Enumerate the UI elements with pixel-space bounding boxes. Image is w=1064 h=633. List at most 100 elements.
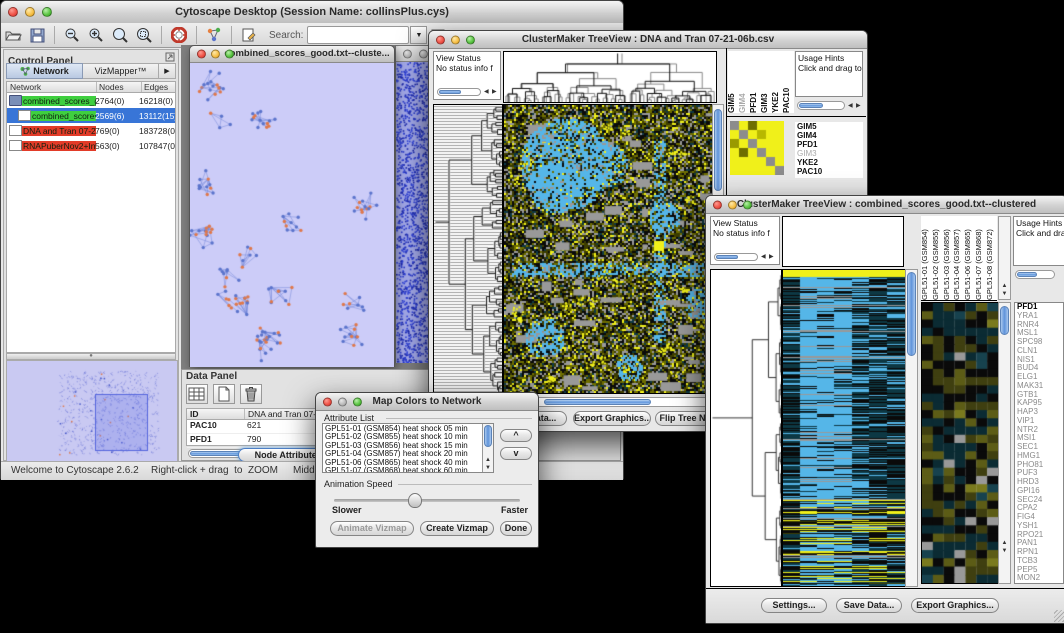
dropdown-arrow-icon[interactable]: ▼ <box>410 26 427 44</box>
scroll-left-icon[interactable]: ◀ <box>484 88 489 96</box>
search-input[interactable] <box>307 26 409 44</box>
column-label[interactable]: YKE2 <box>772 51 783 113</box>
close-button[interactable] <box>403 49 412 58</box>
float-panel-icon[interactable] <box>165 52 175 62</box>
close-button[interactable] <box>323 397 332 406</box>
network-manager-icon[interactable] <box>203 25 225 45</box>
scroll-up-icon[interactable]: ▲ <box>999 282 1010 290</box>
network-row[interactable]: combined_scores_good.txt--clustered2569(… <box>7 108 175 123</box>
minimize-button[interactable] <box>211 50 220 59</box>
global-heatmap-vscrollbar[interactable] <box>905 269 918 587</box>
column-nodes[interactable]: Nodes <box>97 82 142 92</box>
zoom-button[interactable] <box>466 35 475 44</box>
save-icon[interactable] <box>26 25 48 45</box>
open-folder-icon[interactable] <box>2 25 24 45</box>
attribute-listbox[interactable]: GPL51-01 (GSM854) heat shock 05 minGPL51… <box>322 423 494 473</box>
row-dendrogram-canvas[interactable] <box>710 269 782 587</box>
zoom-out-icon[interactable] <box>61 25 83 45</box>
scroll-up-icon[interactable]: ▲ <box>483 456 493 464</box>
column-label[interactable]: GPL51-03 (GSM856) <box>943 216 954 300</box>
scroll-right-icon[interactable]: ▶ <box>492 88 497 96</box>
column-label[interactable]: GPL51-08 (GSM872) <box>986 216 997 300</box>
global-heatmap-canvas[interactable] <box>782 269 906 587</box>
scroll-down-icon[interactable]: ▼ <box>999 547 1010 555</box>
panel-splitter[interactable]: ● <box>6 353 176 360</box>
gene-label[interactable]: MON2 <box>1017 574 1063 583</box>
heatmap-canvas[interactable] <box>503 104 713 394</box>
row-label[interactable]: GIM3 <box>795 149 863 158</box>
usage-hints-hscrollbar[interactable] <box>1015 270 1055 279</box>
zoom-button[interactable] <box>743 200 752 209</box>
row-dendrogram-canvas[interactable] <box>433 104 503 394</box>
minimize-button[interactable] <box>25 7 35 17</box>
animation-speed-slider[interactable] <box>334 499 520 502</box>
vscroll-thumb[interactable] <box>714 109 722 191</box>
minimize-button[interactable] <box>451 35 460 44</box>
animate-vizmap-button[interactable]: Animate Vizmap <box>330 521 414 536</box>
close-button[interactable] <box>713 200 722 209</box>
row-label[interactable]: PFD1 <box>795 140 863 149</box>
column-edges[interactable]: Edges <box>142 82 175 92</box>
delete-attribute-icon[interactable] <box>240 384 262 404</box>
create-vizmap-button[interactable]: Create Vizmap <box>420 521 494 536</box>
column-label[interactable]: PFD1 <box>750 51 761 113</box>
close-button[interactable] <box>197 50 206 59</box>
row-label[interactable]: GIM4 <box>795 131 863 140</box>
view-status-hscrollbar[interactable] <box>714 253 758 261</box>
hscroll-thumb[interactable] <box>439 90 461 94</box>
slider-thumb[interactable] <box>408 493 422 508</box>
move-up-button[interactable]: ^ <box>500 429 532 442</box>
zoom-selected-icon[interactable] <box>133 25 155 45</box>
network-view-canvas[interactable] <box>190 63 394 367</box>
help-icon[interactable] <box>168 25 190 45</box>
gene-list-vscrollbar[interactable]: ▲▼ <box>998 302 1011 584</box>
column-label[interactable]: GIM4 <box>739 51 750 113</box>
column-dendrogram-canvas[interactable] <box>503 51 717 103</box>
network-row[interactable]: RNAPuberNov2+Int563(0)107847(0) <box>7 138 175 153</box>
treeview-button[interactable]: Export Graphics... <box>573 411 651 426</box>
column-network[interactable]: Network <box>7 82 97 92</box>
scroll-right-icon[interactable]: ▶ <box>856 102 861 110</box>
move-down-button[interactable]: v <box>500 447 532 460</box>
scroll-down-icon[interactable]: ▼ <box>999 290 1010 298</box>
row-label[interactable]: PAC10 <box>795 167 863 176</box>
treeview-button[interactable]: Save Data... <box>836 598 902 613</box>
zoom-matrix-canvas[interactable] <box>730 121 784 175</box>
tab-vizmapper[interactable]: VizMapper™ <box>83 63 159 79</box>
view-status-hscrollbar[interactable] <box>437 88 481 96</box>
column-id[interactable]: ID <box>187 409 245 419</box>
vscroll-thumb[interactable] <box>907 272 916 356</box>
zoom-in-icon[interactable] <box>85 25 107 45</box>
row-label[interactable]: YKE2 <box>795 158 863 167</box>
zoom-button[interactable] <box>353 397 362 406</box>
zoom-button[interactable] <box>42 7 52 17</box>
column-label[interactable]: GPL51-02 (GSM855) <box>932 216 943 300</box>
scroll-down-icon[interactable]: ▼ <box>483 464 493 472</box>
row-label[interactable]: GIM5 <box>795 122 863 131</box>
minimize-button[interactable] <box>728 200 737 209</box>
column-label[interactable]: GPL51-04 (GSM857) <box>953 216 964 300</box>
column-label[interactable]: GIM3 <box>761 51 772 113</box>
close-button[interactable] <box>8 7 18 17</box>
vscroll-thumb[interactable] <box>484 425 492 447</box>
treeview-button[interactable]: Settings... <box>761 598 827 613</box>
minimize-button[interactable] <box>419 49 428 58</box>
label-vscrollbar[interactable]: ▲▼ <box>998 216 1011 300</box>
column-label[interactable]: PAC10 <box>783 51 794 113</box>
network-row[interactable]: combined_scores_good.txt2764(0)16218(0) <box>7 93 175 108</box>
network-overview-canvas[interactable] <box>6 360 178 462</box>
vscroll-thumb[interactable] <box>1000 306 1009 335</box>
treeview-button[interactable]: Export Graphics... <box>911 598 999 613</box>
resize-grip[interactable] <box>1054 610 1064 622</box>
column-label[interactable]: GPL51-06 (GSM865) <box>964 216 975 300</box>
tab-network[interactable]: Network <box>6 63 83 79</box>
column-label[interactable]: GPL51-01 (GSM854) <box>921 216 932 300</box>
attribute-list-vscrollbar[interactable]: ▲▼ <box>482 424 493 472</box>
treeview1-titlebar[interactable]: ClusterMaker TreeView : DNA and Tran 07-… <box>429 31 867 49</box>
done-button[interactable]: Done <box>500 521 532 536</box>
scroll-up-icon[interactable]: ▲ <box>999 539 1010 547</box>
new-attribute-icon[interactable] <box>213 384 235 404</box>
zoom-button[interactable] <box>225 50 234 59</box>
hscroll-thumb[interactable] <box>716 255 738 259</box>
attribute-item[interactable]: GPL51-07 (GSM868) heat shock 60 min <box>325 467 491 473</box>
